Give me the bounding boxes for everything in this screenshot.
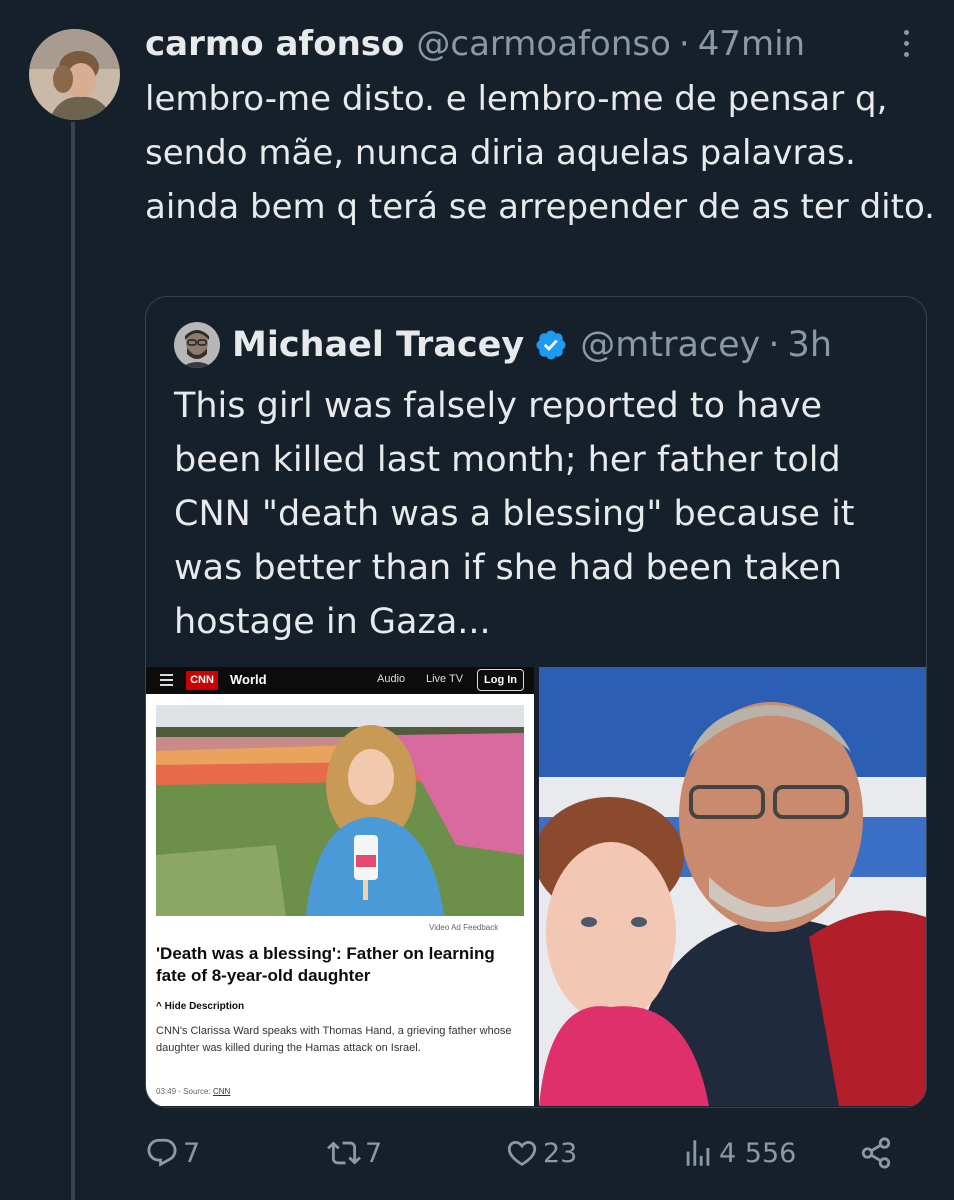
- author-handle[interactable]: @carmoafonso: [416, 24, 671, 64]
- verified-badge-icon: [536, 330, 566, 360]
- heart-icon: [507, 1140, 537, 1166]
- repost-icon: [327, 1141, 361, 1165]
- reply-icon: [147, 1138, 177, 1167]
- like-button[interactable]: 23: [505, 1128, 577, 1178]
- views-button[interactable]: 4 556: [681, 1128, 796, 1178]
- source-label: - Source:: [178, 1087, 211, 1096]
- thread-line: [71, 122, 75, 1200]
- father-and-daughter-photo[interactable]: [539, 667, 926, 1106]
- quoted-author-avatar[interactable]: [174, 322, 220, 368]
- timestamp[interactable]: 47min: [698, 24, 805, 64]
- more-icon[interactable]: [896, 30, 916, 64]
- cnn-navbar: CNN World Audio Live TV Log In: [146, 667, 534, 694]
- quoted-author-name[interactable]: Michael Tracey: [232, 325, 524, 365]
- tweet-actions: 7 7 23 4 556: [145, 1128, 945, 1178]
- author-avatar[interactable]: [29, 29, 120, 120]
- quoted-tweet[interactable]: Michael Tracey @mtracey · 3h This girl w…: [145, 296, 927, 1108]
- video-ad-feedback: Video Ad Feedback: [429, 923, 499, 932]
- hide-description-label: Hide Description: [164, 1001, 245, 1012]
- reply-count: 7: [183, 1137, 201, 1169]
- cnn-nav-live: Live TV: [426, 673, 464, 685]
- quoted-tweet-text: This girl was falsely reported to have b…: [174, 386, 855, 642]
- hamburger-icon: [160, 674, 173, 686]
- source-link: CNN: [212, 1087, 231, 1096]
- reply-button[interactable]: 7: [145, 1128, 200, 1178]
- quoted-tweet-header: Michael Tracey @mtracey · 3h: [174, 321, 832, 369]
- views-count: 4 556: [719, 1137, 797, 1169]
- cnn-nav-audio: Audio: [377, 673, 406, 685]
- cnn-section: World: [230, 672, 267, 687]
- repost-button[interactable]: 7: [327, 1128, 382, 1178]
- tweet-header: carmo afonso @carmoafonso · 47min: [145, 22, 805, 66]
- quoted-timestamp[interactable]: 3h: [788, 325, 832, 365]
- cnn-meta: 03:49 - Source: CNN: [156, 1087, 230, 1096]
- cnn-screenshot-image[interactable]: CNN World Audio Live TV Log In Video Ad …: [146, 667, 534, 1106]
- views-icon: [686, 1140, 710, 1166]
- cnn-description: CNN's Clarissa Ward speaks with Thomas H…: [156, 1025, 512, 1054]
- share-button[interactable]: [859, 1128, 893, 1178]
- girl-in-flower-field-photo: [156, 705, 524, 916]
- separator: ·: [768, 325, 780, 365]
- share-icon: [861, 1137, 891, 1169]
- separator: ·: [678, 24, 690, 64]
- video-duration: 03:49: [156, 1087, 177, 1096]
- author-name[interactable]: carmo afonso: [145, 24, 404, 64]
- hide-description: ^ Hide Description: [156, 1001, 245, 1012]
- cnn-headline: 'Death was a blessing': Father on learni…: [156, 944, 495, 985]
- tweet-text: lembro-me disto. e lembro-me de pensar q…: [145, 79, 935, 227]
- like-count: 23: [543, 1137, 578, 1169]
- repost-count: 7: [365, 1137, 383, 1169]
- cnn-nav-login: Log In: [477, 669, 524, 691]
- quoted-author-handle[interactable]: @mtracey: [580, 325, 760, 365]
- cnn-logo: CNN: [186, 671, 218, 690]
